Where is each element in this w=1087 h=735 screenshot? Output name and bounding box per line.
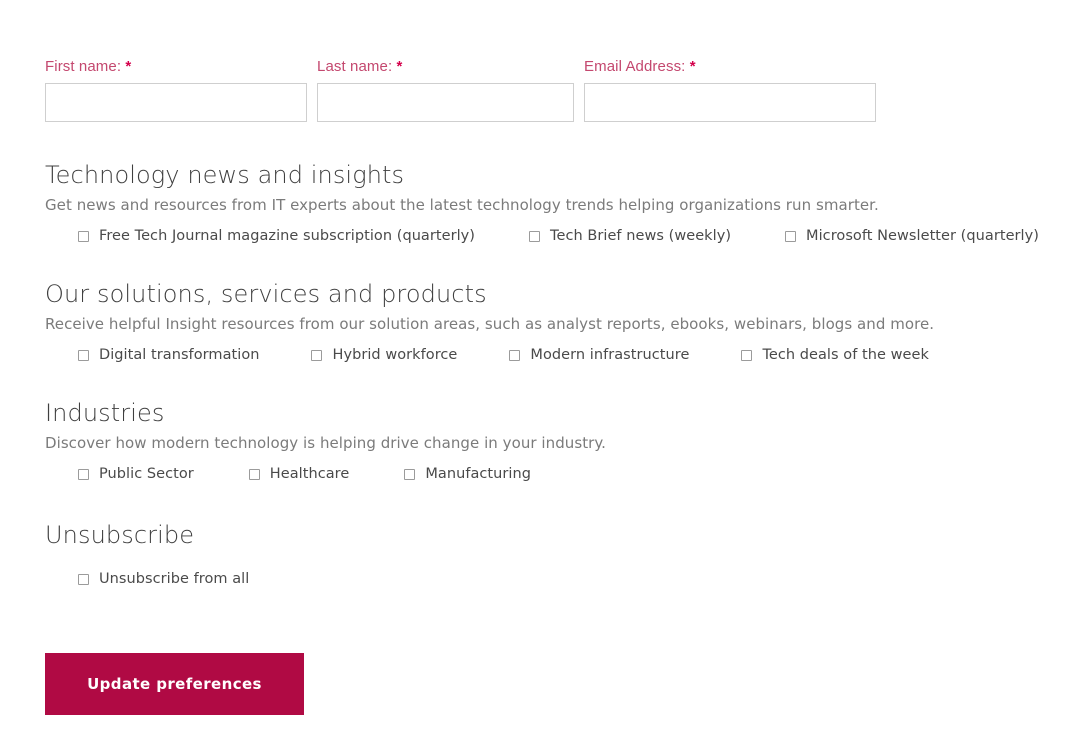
option-tech-brief-news[interactable]: Tech Brief news (weekly)	[529, 226, 731, 246]
first-name-input[interactable]	[45, 83, 307, 122]
checkbox-icon[interactable]	[248, 468, 260, 480]
checkbox-icon[interactable]	[311, 349, 323, 361]
section-title-unsubscribe: Unsubscribe	[45, 521, 195, 549]
option-label: Healthcare	[269, 466, 350, 482]
section-title-technology-news: Technology news and insights	[45, 161, 405, 189]
option-manufacturing[interactable]: Manufacturing	[404, 464, 531, 484]
section-description-technology-news: Get news and resources from IT experts a…	[45, 196, 879, 214]
options-solutions-services-products: Digital transformation Hybrid workforce …	[45, 345, 1045, 365]
checkbox-icon[interactable]	[529, 230, 541, 242]
option-microsoft-newsletter[interactable]: Microsoft Newsletter (quarterly)	[785, 226, 1039, 246]
checkbox-icon[interactable]	[741, 349, 753, 361]
option-label: Tech deals of the week	[762, 347, 929, 363]
options-industries: Public Sector Healthcare Manufacturing	[45, 464, 1045, 484]
checkbox-icon[interactable]	[404, 468, 416, 480]
first-name-required-asterisk: *	[125, 58, 132, 75]
last-name-input[interactable]	[317, 83, 574, 122]
checkbox-icon[interactable]	[785, 230, 797, 242]
option-label: Tech Brief news (weekly)	[550, 228, 732, 244]
section-description-industries: Discover how modern technology is helpin…	[45, 434, 606, 452]
option-unsubscribe-from-all[interactable]: Unsubscribe from all	[78, 569, 249, 589]
preference-center-page: First name: * Last name: * Email Address…	[0, 0, 1087, 735]
option-digital-transformation[interactable]: Digital transformation	[78, 345, 259, 365]
last-name-label-text: Last name:	[317, 58, 393, 75]
option-label: Digital transformation	[99, 347, 260, 363]
section-solutions-services-products: Our solutions, services and products Rec…	[45, 279, 1045, 365]
section-industries: Industries Discover how modern technolog…	[45, 398, 1045, 484]
section-technology-news: Technology news and insights Get news an…	[45, 160, 1045, 246]
option-free-tech-journal[interactable]: Free Tech Journal magazine subscription …	[78, 226, 475, 246]
option-healthcare[interactable]: Healthcare	[248, 464, 350, 484]
option-label: Manufacturing	[425, 466, 531, 482]
section-title-industries: Industries	[45, 399, 165, 427]
options-unsubscribe: Unsubscribe from all	[45, 569, 1045, 589]
option-tech-deals-of-the-week[interactable]: Tech deals of the week	[741, 345, 929, 365]
checkbox-icon[interactable]	[78, 349, 89, 361]
submit-area: Update preferences	[45, 653, 304, 715]
checkbox-icon[interactable]	[509, 349, 521, 361]
last-name-label: Last name: *	[317, 58, 574, 76]
option-label: Free Tech Journal magazine subscription …	[99, 228, 476, 244]
field-email-address: Email Address: *	[584, 58, 876, 122]
option-modern-infrastructure[interactable]: Modern infrastructure	[509, 345, 689, 365]
section-title-solutions-services-products: Our solutions, services and products	[45, 280, 487, 308]
option-label: Hybrid workforce	[332, 347, 458, 363]
field-last-name: Last name: *	[317, 58, 574, 122]
email-address-input[interactable]	[584, 83, 876, 122]
preference-sections: Technology news and insights Get news an…	[45, 160, 1045, 589]
option-hybrid-workforce[interactable]: Hybrid workforce	[311, 345, 457, 365]
section-description-solutions-services-products: Receive helpful Insight resources from o…	[45, 315, 935, 333]
option-label: Microsoft Newsletter (quarterly)	[806, 228, 1039, 244]
checkbox-icon[interactable]	[78, 573, 89, 585]
option-label: Modern infrastructure	[530, 347, 690, 363]
first-name-label: First name: *	[45, 58, 307, 76]
option-public-sector[interactable]: Public Sector	[78, 464, 194, 484]
option-label: Unsubscribe from all	[99, 571, 250, 587]
update-preferences-button[interactable]: Update preferences	[45, 653, 304, 715]
options-technology-news: Free Tech Journal magazine subscription …	[45, 226, 1045, 246]
option-label: Public Sector	[99, 466, 194, 482]
checkbox-icon[interactable]	[78, 468, 89, 480]
last-name-required-asterisk: *	[396, 58, 403, 75]
email-address-label: Email Address: *	[584, 58, 876, 76]
email-address-required-asterisk: *	[689, 58, 696, 75]
contact-fields-row: First name: * Last name: * Email Address…	[45, 58, 876, 122]
email-address-label-text: Email Address:	[584, 58, 686, 75]
checkbox-icon[interactable]	[78, 230, 89, 242]
field-first-name: First name: *	[45, 58, 307, 122]
section-unsubscribe: Unsubscribe Unsubscribe from all	[45, 520, 1045, 589]
first-name-label-text: First name:	[45, 58, 122, 75]
